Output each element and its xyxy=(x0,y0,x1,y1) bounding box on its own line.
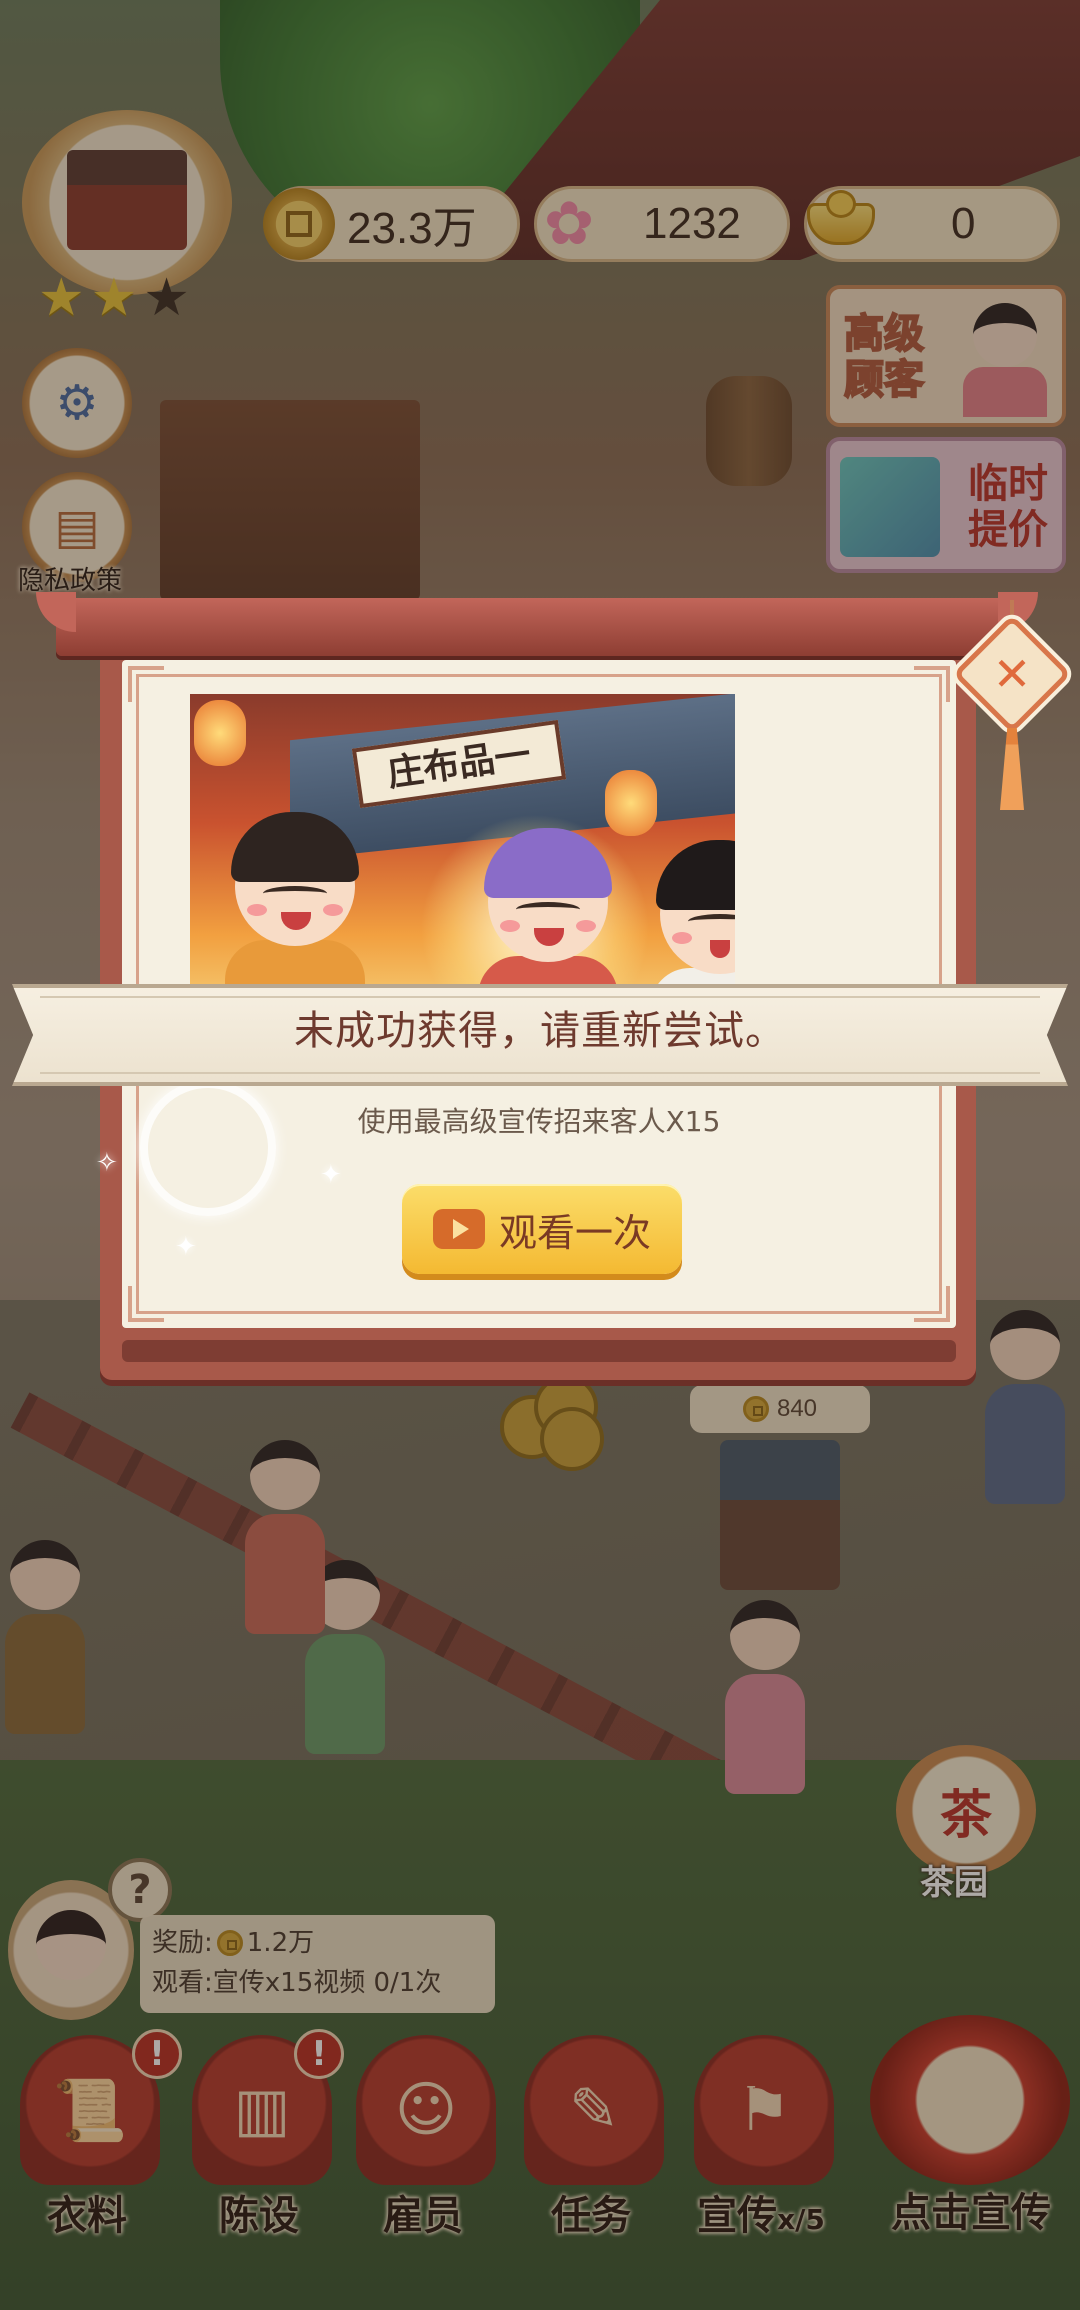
watch-video-button[interactable]: 观看一次 xyxy=(402,1184,682,1274)
sparkle-icon: ✧ xyxy=(96,1148,118,1178)
dialog-bottom-beam xyxy=(122,1340,956,1362)
lantern-icon xyxy=(605,770,657,836)
watch-video-label: 观看一次 xyxy=(498,1210,651,1255)
video-camera-icon xyxy=(432,1209,485,1249)
dialog-top-beam xyxy=(56,592,1038,656)
close-icon: ✕ xyxy=(992,647,1032,701)
promo-banner-image: 庄布品一 xyxy=(190,694,735,1016)
dialog-subtitle: 使用最高级宣传招来客人X15 xyxy=(357,1105,721,1138)
lantern-icon xyxy=(194,700,246,766)
sparkle-icon: ✦ xyxy=(320,1160,342,1190)
sparkle-icon: ✦ xyxy=(175,1232,197,1262)
tassel-icon xyxy=(1000,728,1024,810)
failure-message: 未成功获得，请重新尝试。 xyxy=(294,1008,786,1054)
close-button[interactable]: ✕ xyxy=(952,600,1072,830)
